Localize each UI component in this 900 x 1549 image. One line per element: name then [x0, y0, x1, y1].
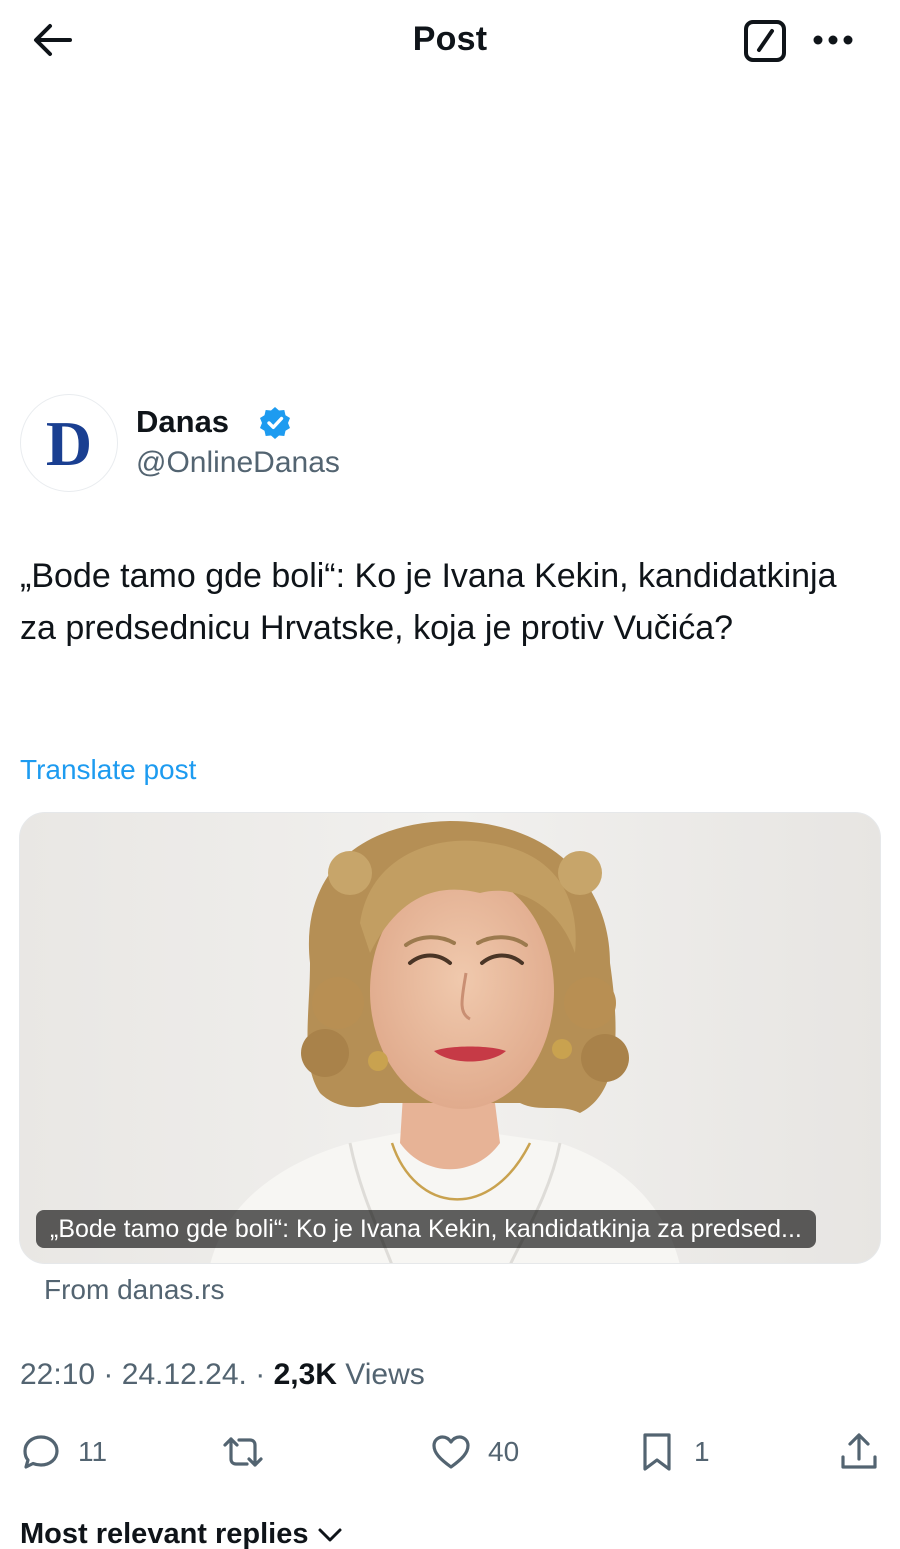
chevron-down-icon [318, 1528, 341, 1541]
author-display-name[interactable]: Danas [136, 404, 229, 440]
like-button[interactable]: 40 [430, 1430, 519, 1474]
bookmark-count: 1 [694, 1436, 710, 1467]
action-bar: 11 40 1 [0, 1418, 900, 1484]
translate-post-link[interactable]: Translate post [20, 754, 196, 786]
author-handle[interactable]: @OnlineDanas [136, 446, 340, 480]
share-icon [841, 1433, 877, 1469]
link-card-caption: „Bode tamo gde boli“: Ko je Ivana Kekin,… [36, 1210, 816, 1248]
post-metadata: 22:10 · 24.12.24. · 2,3K Views [20, 1358, 425, 1392]
like-count: 40 [488, 1436, 520, 1467]
reply-button[interactable]: 11 [20, 1430, 107, 1474]
compose-icon [744, 20, 786, 62]
views-count: 2,3K [273, 1358, 337, 1391]
verified-badge-icon [260, 407, 290, 439]
reply-count: 11 [78, 1436, 108, 1467]
avatar[interactable]: D [20, 394, 118, 492]
top-bar: Post [0, 0, 900, 84]
share-button[interactable] [838, 1430, 880, 1474]
more-options-button[interactable] [808, 20, 858, 60]
link-preview-card[interactable]: „Bode tamo gde boli“: Ko je Ivana Kekin,… [19, 812, 881, 1264]
more-horizontal-icon [813, 35, 853, 45]
meta-separator: · [103, 1358, 114, 1391]
article-photo [20, 813, 880, 1263]
replies-sort-label: Most relevant replies [20, 1518, 309, 1549]
bookmark-button[interactable]: 1 [636, 1430, 710, 1474]
repost-icon [223, 1437, 263, 1467]
reply-icon [23, 1435, 59, 1469]
replies-sort-dropdown[interactable]: Most relevant replies [20, 1518, 343, 1549]
views-label: Views [345, 1358, 425, 1391]
compose-button[interactable] [742, 18, 788, 64]
post-date[interactable]: 24.12.24. [122, 1358, 247, 1391]
bookmark-icon [643, 1433, 671, 1471]
repost-button[interactable] [222, 1430, 280, 1474]
post-time[interactable]: 22:10 [20, 1358, 95, 1391]
post-author: D Danas @OnlineDanas [20, 394, 880, 494]
link-card-source[interactable]: From danas.rs [44, 1274, 225, 1306]
heart-icon [432, 1435, 470, 1469]
post-text: „Bode tamo gde boli“: Ko je Ivana Kekin,… [20, 557, 837, 647]
meta-separator: · [255, 1358, 266, 1391]
avatar-logo: D [45, 408, 93, 479]
